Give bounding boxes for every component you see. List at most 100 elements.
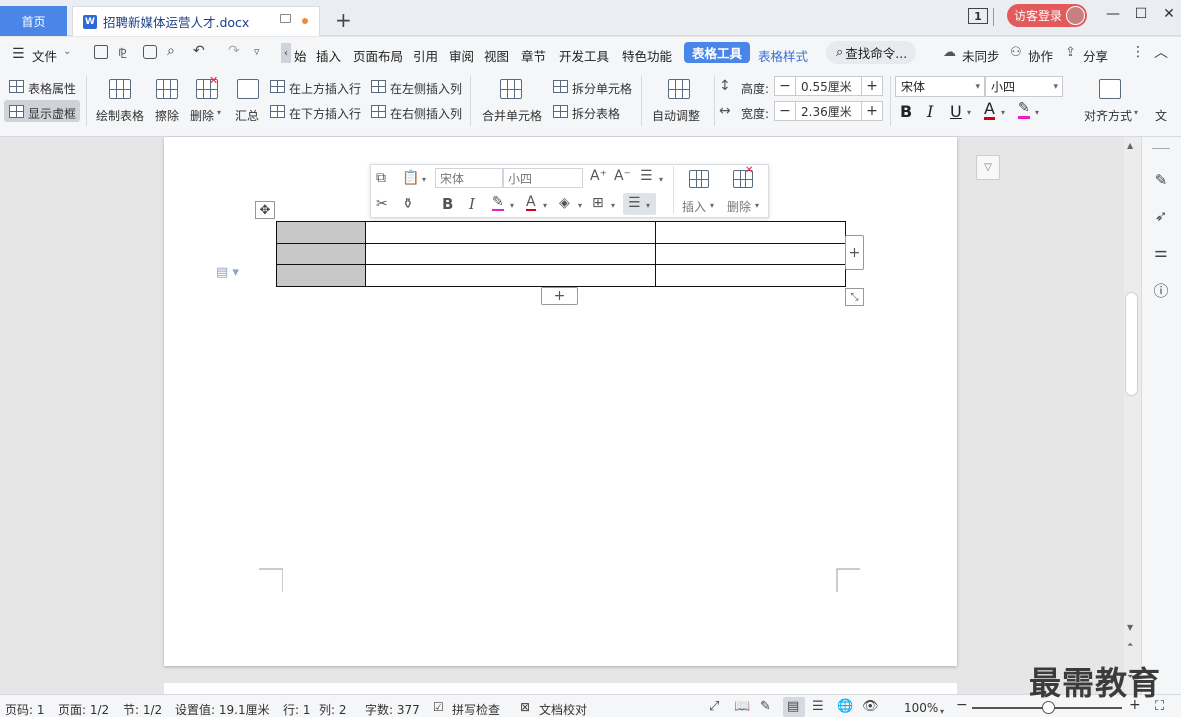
- scroll-thumb[interactable]: [1125, 292, 1138, 396]
- customize-quick-access-icon[interactable]: ▿: [254, 45, 260, 58]
- insert-row-below-button[interactable]: 在下方插入行: [289, 105, 361, 122]
- write-mode-icon[interactable]: ✎: [760, 699, 771, 714]
- width-stepper[interactable]: − 2.36厘米 +: [774, 101, 883, 121]
- command-search[interactable]: ⌕ 查找命令...: [826, 41, 916, 64]
- status-page-number[interactable]: 页码: 1: [5, 701, 45, 717]
- draw-table-button[interactable]: 绘制表格: [96, 107, 144, 124]
- status-col[interactable]: 列: 2: [319, 701, 347, 717]
- font-name-select[interactable]: 宋体: [895, 76, 985, 97]
- more-icon[interactable]: ⋮: [1131, 44, 1145, 60]
- status-pages[interactable]: 页面: 1/2: [58, 701, 109, 717]
- increment-icon[interactable]: +: [862, 78, 882, 94]
- float-insert-icon[interactable]: [689, 170, 709, 188]
- paragraph-marker-icon[interactable]: ▤ ▾: [216, 265, 239, 280]
- float-font-color-icon[interactable]: A: [526, 195, 536, 211]
- chevron-down-icon[interactable]: ▾: [510, 201, 514, 210]
- undo-icon[interactable]: ↶: [193, 43, 205, 59]
- float-delete-button[interactable]: 删除: [727, 198, 751, 215]
- draw-table-icon[interactable]: [109, 79, 131, 99]
- chevron-down-icon[interactable]: ▾: [710, 201, 714, 210]
- float-font-name[interactable]: 宋体: [435, 168, 503, 188]
- format-painter-icon[interactable]: ⅊: [118, 44, 127, 62]
- chevron-down-icon[interactable]: ▾: [646, 201, 650, 210]
- menu-chapter[interactable]: 章节: [521, 46, 546, 65]
- scroll-left-icon[interactable]: ‹: [281, 43, 291, 63]
- table-cell[interactable]: [365, 242, 656, 265]
- proofread-button[interactable]: 文档校对: [539, 701, 587, 717]
- menu-insert[interactable]: 插入: [316, 46, 341, 65]
- sync-status[interactable]: 未同步: [962, 46, 1000, 65]
- collab-button[interactable]: 协作: [1028, 46, 1053, 65]
- menu-features[interactable]: 特色功能: [622, 46, 672, 65]
- table-cell[interactable]: [276, 221, 366, 244]
- minimize-button[interactable]: —: [1103, 6, 1123, 22]
- insert-col-left-button[interactable]: 在左侧插入列: [390, 80, 462, 97]
- align-button[interactable]: 对齐方式: [1084, 107, 1132, 124]
- insert-row-above-button[interactable]: 在上方插入行: [289, 80, 361, 97]
- float-font-size[interactable]: 小四: [503, 168, 583, 188]
- font-size-select[interactable]: 小四: [985, 76, 1063, 97]
- line-spacing-icon[interactable]: ☰: [640, 168, 653, 184]
- new-tab-button[interactable]: +: [335, 8, 352, 32]
- decrement-icon[interactable]: −: [775, 78, 795, 94]
- float-insert-button[interactable]: 插入: [682, 198, 706, 215]
- cursor-icon[interactable]: ➶: [1152, 207, 1170, 225]
- close-button[interactable]: ✕: [1159, 6, 1179, 22]
- text-direction-button[interactable]: 文: [1155, 107, 1167, 124]
- prev-page-icon[interactable]: ⏶: [1127, 640, 1133, 650]
- help-icon[interactable]: ⓘ: [1152, 280, 1170, 300]
- menu-developer[interactable]: 开发工具: [559, 46, 609, 65]
- document-table[interactable]: [276, 221, 846, 287]
- width-value[interactable]: 2.36厘米: [795, 102, 862, 120]
- eye-protect-icon[interactable]: 👁: [862, 699, 879, 714]
- delete-button[interactable]: 删除: [190, 107, 214, 124]
- insert-col-right-button[interactable]: 在右侧插入列: [390, 105, 462, 122]
- chevron-down-icon[interactable]: ▾: [422, 175, 426, 184]
- menu-table-tools[interactable]: 表格工具: [684, 42, 750, 63]
- float-italic-icon[interactable]: I: [469, 195, 475, 213]
- font-color-button[interactable]: A: [984, 101, 995, 120]
- summary-button[interactable]: 汇总: [235, 107, 259, 124]
- table-move-handle-icon[interactable]: ✥: [255, 201, 275, 219]
- highlight-icon[interactable]: ✎: [1018, 101, 1030, 119]
- menu-start[interactable]: 始: [294, 46, 307, 65]
- zoom-level[interactable]: 100%: [904, 701, 938, 715]
- add-column-button[interactable]: +: [845, 235, 864, 270]
- menu-view[interactable]: 视图: [484, 46, 509, 65]
- format-brush-icon[interactable]: ⚱: [402, 196, 414, 212]
- pen-icon[interactable]: ✎: [1152, 171, 1170, 189]
- monitor-icon[interactable]: [280, 14, 291, 23]
- page-count-badge[interactable]: 1: [968, 8, 988, 24]
- status-section[interactable]: 节: 1/2: [123, 701, 162, 717]
- save-icon[interactable]: [94, 45, 108, 59]
- chevron-down-icon[interactable]: ▾: [217, 108, 221, 117]
- table-cell[interactable]: [655, 221, 846, 244]
- panel-toggle-icon[interactable]: ▽: [976, 155, 1000, 180]
- increase-font-icon[interactable]: A⁺: [590, 168, 607, 184]
- table-cell[interactable]: [365, 264, 656, 287]
- zoom-out-icon[interactable]: −: [956, 697, 968, 713]
- paste-icon[interactable]: 📋: [402, 170, 419, 186]
- bold-button[interactable]: B: [900, 102, 912, 121]
- table-resize-icon[interactable]: ⤡: [845, 288, 864, 306]
- status-row[interactable]: 行: 1: [283, 701, 311, 717]
- share-button[interactable]: 分享: [1083, 46, 1108, 65]
- merge-cells-button[interactable]: 合并单元格: [482, 107, 542, 124]
- guest-login-button[interactable]: 访客登录: [1007, 4, 1087, 27]
- chevron-down-icon[interactable]: ▾: [940, 707, 944, 716]
- split-table-button[interactable]: 拆分表格: [572, 105, 620, 122]
- summary-icon[interactable]: [237, 79, 259, 99]
- italic-button[interactable]: I: [927, 102, 933, 121]
- redo-icon[interactable]: ↷: [228, 43, 240, 59]
- chevron-down-icon[interactable]: ▾: [1035, 108, 1039, 117]
- web-view-icon[interactable]: 🌐: [837, 699, 853, 714]
- tab-home[interactable]: 首页: [0, 6, 67, 36]
- print-icon[interactable]: [143, 45, 157, 59]
- chevron-down-icon[interactable]: ▾: [755, 201, 759, 210]
- sliders-icon[interactable]: ⚌: [1152, 243, 1170, 261]
- cell-shading-icon[interactable]: ◈: [559, 195, 570, 211]
- float-highlight-icon[interactable]: ✎: [492, 195, 504, 211]
- chevron-down-icon[interactable]: ▾: [1134, 108, 1138, 117]
- underline-button[interactable]: U: [950, 102, 962, 121]
- spellcheck-button[interactable]: 拼写检查: [452, 701, 500, 717]
